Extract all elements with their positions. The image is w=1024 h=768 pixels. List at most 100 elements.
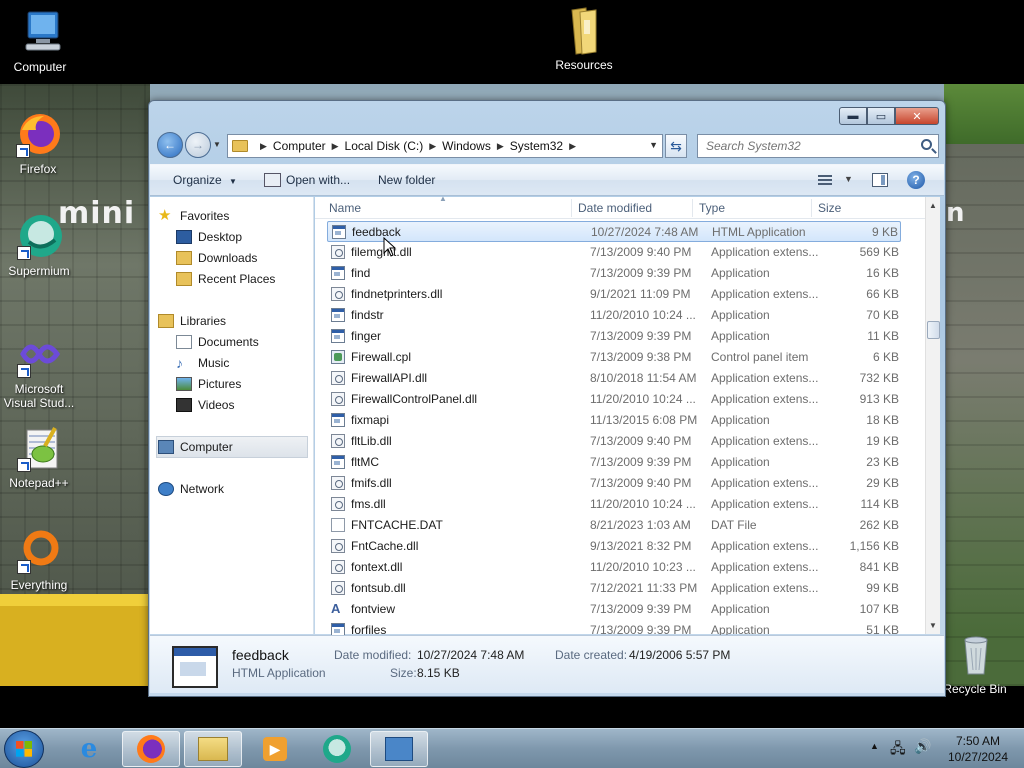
file-row[interactable]: filemgmt.dll 7/13/2009 9:40 PM Application… (327, 242, 901, 263)
recent-pages-button[interactable]: ▼ (213, 140, 223, 149)
desktop-icon-label: Supermium (8, 264, 70, 278)
file-row[interactable]: finger 7/13/2009 9:39 PM Application 11 KB (327, 326, 901, 347)
desktop-icon-recycle-bin[interactable]: Recycle Bin (935, 630, 1015, 696)
file-row[interactable]: FNTCACHE.DAT 8/21/2023 1:03 AM DAT File 262… (327, 515, 901, 536)
breadcrumb-system32[interactable]: System32 (510, 139, 563, 153)
nav-network[interactable]: Network (156, 480, 224, 498)
nav-libraries[interactable]: Libraries (156, 312, 226, 330)
breadcrumb-windows[interactable]: Windows (442, 139, 491, 153)
taskbar-control-panel[interactable] (370, 731, 428, 767)
scroll-up-icon[interactable]: ▲ (929, 201, 937, 210)
file-row[interactable]: find 7/13/2009 9:39 PM Application 16 KB (327, 263, 901, 284)
file-row[interactable]: fontsub.dll 7/12/2021 11:33 PM Application… (327, 578, 901, 599)
open-with-button[interactable]: Open with... (264, 173, 350, 187)
file-name: fms.dll (351, 497, 386, 511)
search-input[interactable] (698, 135, 908, 157)
file-row[interactable]: findnetprinters.dll 9/1/2021 11:09 PM Appl… (327, 284, 901, 305)
file-name: find (351, 266, 371, 280)
vertical-scrollbar[interactable]: ▲ ▼ (925, 197, 940, 634)
desktop-icon-computer[interactable]: Computer (0, 8, 80, 74)
address-bar[interactable]: ▶ Computer ▶ Local Disk (C:) ▶ Windows ▶… (227, 134, 663, 158)
nav-documents[interactable]: Documents (174, 333, 259, 351)
address-dropdown-icon[interactable]: ▼ (649, 140, 658, 150)
nav-desktop[interactable]: Desktop (174, 228, 242, 246)
chevron-right-icon[interactable]: ▶ (260, 141, 267, 152)
desktop-icon-notepadpp[interactable]: Notepad++ (0, 424, 79, 490)
file-row[interactable]: fixmapi 11/13/2015 6:08 PM Application 18 K… (327, 410, 901, 431)
breadcrumb-local-disk[interactable]: Local Disk (C:) (345, 139, 424, 153)
file-row[interactable]: Afontview 7/13/2009 9:39 PM Application 107… (327, 599, 901, 620)
taskbar-supermium[interactable] (308, 731, 366, 767)
minimize-icon: ▬ (847, 110, 859, 122)
clock[interactable]: 7:50 AM 10/27/2024 (938, 733, 1018, 765)
volume-icon[interactable]: 🔊 (914, 738, 931, 755)
nav-pictures[interactable]: Pictures (174, 375, 241, 393)
chevron-right-icon[interactable]: ▶ (429, 141, 436, 152)
maximize-button[interactable]: ▭ (867, 107, 895, 125)
file-row[interactable]: FntCache.dll 9/13/2021 8:32 PM Application… (327, 536, 901, 557)
desktop-icon-supermium[interactable]: Supermium (0, 212, 79, 278)
desktop-icon-visual-studio[interactable]: Microsoft Visual Stud... (0, 330, 79, 410)
chevron-right-icon[interactable]: ▶ (332, 141, 339, 152)
desktop-icon-everything[interactable]: Everything (0, 526, 79, 592)
column-divider[interactable] (692, 199, 693, 217)
column-header-type[interactable]: Type (699, 201, 725, 215)
desktop-icon-label: Everything (10, 578, 68, 592)
minimize-button[interactable]: ▬ (839, 107, 867, 125)
file-row[interactable]: fms.dll 11/20/2010 10:24 ... Application e… (327, 494, 901, 515)
dat-file-icon (331, 518, 345, 532)
back-button[interactable]: ← (157, 132, 183, 158)
refresh-button[interactable]: ⇆ (665, 134, 687, 158)
taskbar-internet-explorer[interactable]: e (60, 731, 118, 767)
organize-button[interactable]: Organize ▼ (173, 173, 237, 187)
help-button[interactable]: ? (907, 171, 925, 189)
column-header-size[interactable]: Size (818, 201, 841, 215)
supermium-icon (15, 212, 63, 260)
preview-pane-button[interactable] (872, 173, 888, 187)
scrollbar-thumb[interactable] (927, 321, 940, 339)
nav-music[interactable]: ♪ Music (174, 354, 229, 372)
search-box[interactable] (697, 134, 939, 158)
app-file-icon (331, 413, 345, 427)
app-file-icon (332, 225, 346, 239)
taskbar-media-player[interactable]: ▶ (246, 731, 304, 767)
search-icon[interactable] (921, 139, 932, 150)
everything-icon (15, 526, 63, 574)
nav-favorites[interactable]: ★ Favorites (156, 207, 229, 225)
file-row[interactable]: fltLib.dll 7/13/2009 9:40 PM Application e… (327, 431, 901, 452)
nav-videos[interactable]: Videos (174, 396, 234, 414)
nav-network-label: Network (180, 482, 225, 496)
file-row[interactable]: findstr 11/20/2010 10:24 ... Application 70… (327, 305, 901, 326)
file-row[interactable]: FirewallControlPanel.dll 11/20/2010 10:24… (327, 389, 901, 410)
file-row[interactable]: Firewall.cpl 7/13/2009 9:38 PM Control pan… (327, 347, 901, 368)
file-date-modified: 7/13/2009 9:39 PM (590, 266, 692, 280)
network-icon[interactable]: 🖧 (890, 738, 906, 762)
file-row[interactable]: fmifs.dll 7/13/2009 9:40 PM Application ex… (327, 473, 901, 494)
file-row[interactable]: fontext.dll 11/20/2010 10:23 ... Applicati… (327, 557, 901, 578)
show-hidden-icons-icon[interactable]: ▲ (870, 741, 879, 751)
file-row[interactable]: FirewallAPI.dll 8/10/2018 11:54 AM Applica… (327, 368, 901, 389)
nav-downloads[interactable]: Downloads (174, 249, 257, 267)
close-button[interactable]: ✕ (895, 107, 939, 125)
taskbar-firefox[interactable] (122, 731, 180, 767)
chevron-right-icon[interactable]: ▶ (569, 141, 576, 152)
forward-button[interactable]: → (185, 132, 211, 158)
taskbar-explorer[interactable] (184, 731, 242, 767)
change-view-button[interactable]: ▼ (818, 174, 854, 188)
scroll-down-icon[interactable]: ▼ (929, 621, 937, 630)
nav-recent-places[interactable]: Recent Places (174, 270, 275, 288)
nav-computer[interactable]: Computer (156, 438, 233, 456)
column-header-date[interactable]: Date modified (578, 201, 652, 215)
file-row[interactable]: fltMC 7/13/2009 9:39 PM Application 23 KB (327, 452, 901, 473)
column-header-name[interactable]: Name (329, 201, 361, 215)
new-folder-button[interactable]: New folder (378, 173, 435, 187)
file-size: 29 KB (866, 476, 899, 490)
start-button[interactable] (4, 730, 44, 768)
file-row[interactable]: feedback 10/27/2024 7:48 AM HTML Applicati… (327, 221, 901, 242)
column-divider[interactable] (571, 199, 572, 217)
column-divider[interactable] (811, 199, 812, 217)
desktop-icon-firefox[interactable]: Firefox (0, 110, 78, 176)
desktop-icon-resources[interactable]: Resources (544, 6, 624, 72)
chevron-right-icon[interactable]: ▶ (497, 141, 504, 152)
breadcrumb-computer[interactable]: Computer (273, 139, 326, 153)
